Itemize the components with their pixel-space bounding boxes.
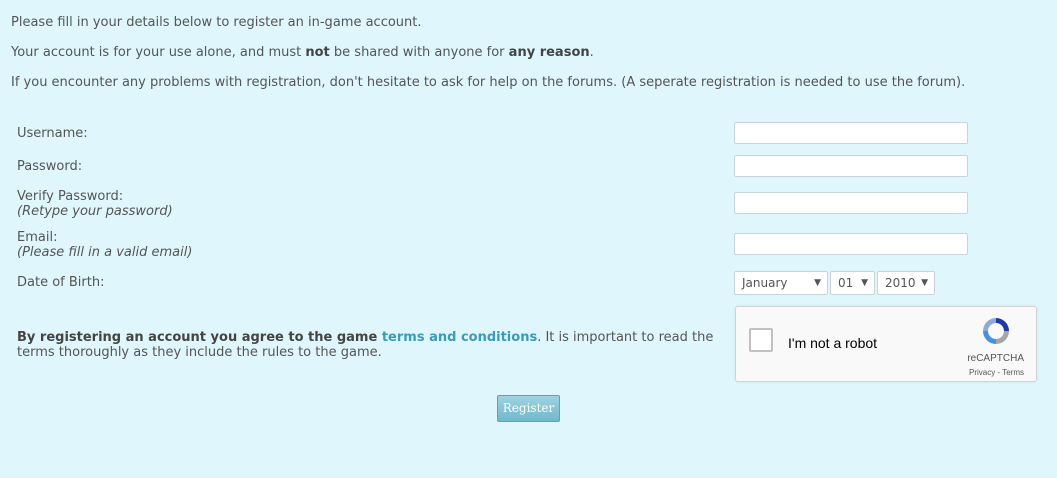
password-input[interactable] [734,155,968,177]
recaptcha-widget: I'm not a robot reCAPTCHA Privacy - Term… [735,306,1037,382]
username-input[interactable] [734,122,968,144]
verify-password-hint: (Retype your password) [17,204,173,219]
recaptcha-terms-link[interactable]: Terms [1002,368,1024,377]
password-label: Password: [17,159,83,174]
intro-line-2-bold: not [305,45,330,60]
terms-link[interactable]: terms and conditions [382,330,537,345]
verify-password-label-text: Verify Password: [17,189,124,204]
username-label: Username: [17,126,88,141]
dob-day-value: 01 [838,276,854,290]
intro-line-3: If you encounter any problems with regis… [11,75,966,90]
recaptcha-brand: reCAPTCHA [967,353,1024,364]
email-label: Email: (Please fill in a valid email) [17,230,192,260]
email-input[interactable] [734,233,968,255]
email-label-text: Email: [17,230,58,245]
verify-password-label: Verify Password: (Retype your password) [17,189,173,219]
recaptcha-logo-icon [983,318,1009,344]
chevron-down-icon: ▼ [861,278,868,288]
recaptcha-label: I'm not a robot [788,335,878,351]
verify-password-input[interactable] [734,192,968,214]
intro-line-2-part: Your account is for your use alone, and … [11,45,306,60]
dob-day-select[interactable]: 01 ▼ [830,271,875,295]
recaptcha-checkbox[interactable] [749,328,773,352]
intro-line-2-part: . [589,45,594,60]
email-hint: (Please fill in a valid email) [17,245,193,260]
terms-text: By registering an account you agree to t… [17,330,382,345]
dob-month-value: January [742,276,788,290]
dob-label: Date of Birth: [17,275,105,290]
dob-year-value: 2010 [885,276,916,290]
intro-line-1: Please fill in your details below to reg… [11,15,422,30]
recaptcha-links: Privacy - Terms [969,368,1024,377]
dob-month-select[interactable]: January ▼ [734,271,828,295]
recaptcha-privacy-link[interactable]: Privacy [969,368,995,377]
chevron-down-icon: ▼ [814,278,821,288]
intro-line-2-bold: any reason [508,45,590,60]
intro-line-2: Your account is for your use alone, and … [11,45,594,61]
intro-line-2-part: be shared with anyone for [329,45,509,60]
chevron-down-icon: ▼ [921,278,928,288]
dob-year-select[interactable]: 2010 ▼ [877,271,935,295]
terms-notice: By registering an account you agree to t… [17,330,717,360]
register-button[interactable]: Register [497,395,560,422]
